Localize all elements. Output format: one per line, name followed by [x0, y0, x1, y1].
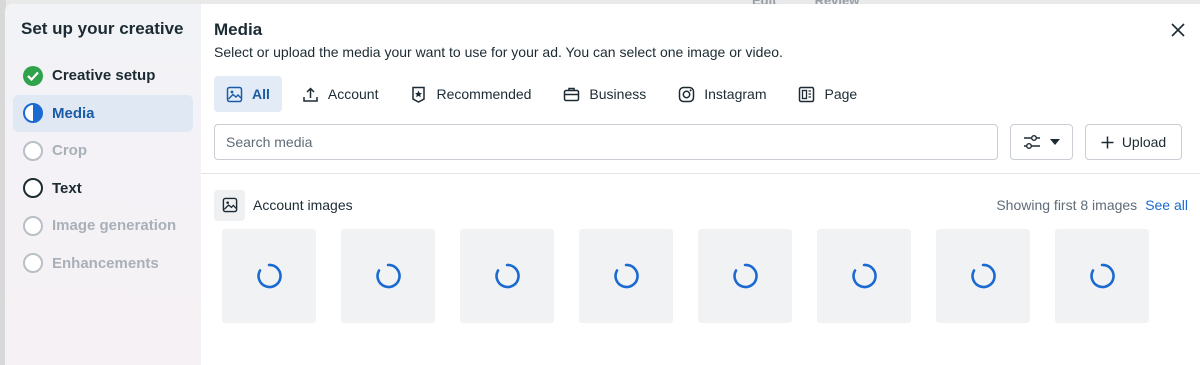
step-media[interactable]: Media	[13, 94, 193, 132]
account-images-header: Account images Showing first 8 images Se…	[214, 189, 1188, 221]
empty-circle-icon	[23, 140, 43, 161]
tab-label: Page	[824, 86, 858, 102]
image-icon	[214, 189, 245, 221]
tab-instagram[interactable]: Instagram	[666, 76, 778, 112]
sliders-icon	[1024, 135, 1040, 149]
step-image-generation[interactable]: Image generation	[13, 207, 193, 245]
app-root: Edit Review Set up your creative Creativ…	[0, 0, 1200, 365]
loading-spinner-icon	[376, 263, 401, 289]
step-label: Media	[52, 104, 95, 122]
media-main: Media Select or upload the media your wa…	[201, 4, 1200, 365]
step-creative-setup[interactable]: Creative setup	[13, 57, 193, 95]
close-icon	[1171, 23, 1185, 37]
tab-label: Instagram	[704, 86, 767, 102]
tab-page[interactable]: Page	[786, 76, 869, 112]
badge-star-icon	[412, 86, 426, 103]
image-tile[interactable]	[936, 229, 1030, 323]
image-icon	[226, 86, 243, 102]
image-count-text: Showing first 8 images	[996, 197, 1138, 213]
step-crop[interactable]: Crop	[13, 132, 193, 170]
loading-spinner-icon	[495, 263, 520, 289]
close-button[interactable]	[1168, 20, 1188, 40]
filter-button[interactable]	[1010, 124, 1073, 160]
image-tile[interactable]	[698, 229, 792, 323]
loading-spinner-icon	[971, 263, 996, 289]
dialog-title: Media	[214, 20, 263, 39]
dialog-subtitle: Select or upload the media your want to …	[214, 44, 783, 60]
upload-label: Upload	[1121, 134, 1167, 150]
step-label: Crop	[52, 142, 87, 160]
step-enhancements[interactable]: Enhancements	[13, 245, 193, 283]
section-title: Account images	[253, 197, 353, 213]
loading-spinner-icon	[733, 263, 758, 289]
image-tile[interactable]	[341, 229, 435, 323]
upload-button[interactable]: Upload	[1085, 124, 1182, 160]
tab-label: Business	[589, 86, 647, 102]
step-label: Enhancements	[52, 254, 159, 272]
sidebar-title: Set up your creative	[21, 19, 184, 38]
section-meta: Showing first 8 images See all	[996, 197, 1188, 213]
check-circle-icon	[23, 65, 43, 86]
tab-label: All	[252, 86, 270, 102]
tab-recommended[interactable]: Recommended	[398, 76, 543, 112]
search-media-input[interactable]	[214, 124, 998, 160]
empty-circle-icon	[23, 178, 43, 199]
instagram-icon	[678, 86, 695, 102]
briefcase-icon	[564, 87, 580, 101]
half-circle-progress-icon	[23, 103, 43, 124]
tab-label: Recommended	[436, 86, 532, 102]
step-label: Text	[52, 179, 82, 197]
loading-spinner-icon	[614, 263, 639, 289]
image-tile[interactable]	[222, 229, 316, 323]
media-dialog: Set up your creative Creative setup Medi…	[5, 4, 1200, 365]
step-text[interactable]: Text	[13, 170, 193, 208]
step-list: Creative setup Media Crop Text Image gen…	[13, 57, 193, 282]
image-tile[interactable]	[579, 229, 673, 323]
page-icon	[799, 86, 815, 102]
empty-circle-icon	[23, 253, 43, 274]
empty-circle-icon	[23, 215, 43, 236]
setup-sidebar: Set up your creative Creative setup Medi…	[5, 4, 201, 365]
media-source-tabs: All Account Recommended Business Instagr…	[214, 76, 1200, 112]
plus-icon	[1101, 136, 1114, 148]
step-label: Creative setup	[52, 67, 156, 85]
loading-spinner-icon	[257, 263, 282, 289]
caret-down-icon	[1050, 139, 1060, 145]
upload-arrow-icon	[303, 86, 318, 102]
tab-account[interactable]: Account	[290, 76, 391, 112]
image-tile[interactable]	[817, 229, 911, 323]
search-row: Upload	[214, 124, 1200, 160]
see-all-link[interactable]: See all	[1145, 197, 1188, 213]
section-divider	[201, 173, 1200, 174]
tab-label: Account	[327, 86, 379, 102]
image-tile[interactable]	[1055, 229, 1149, 323]
loading-spinner-icon	[852, 263, 877, 289]
step-label: Image generation	[52, 217, 177, 235]
image-tile[interactable]	[460, 229, 554, 323]
tab-all[interactable]: All	[214, 76, 282, 112]
loading-spinner-icon	[1090, 263, 1115, 289]
tab-business[interactable]: Business	[551, 76, 658, 112]
image-grid	[222, 229, 1149, 323]
